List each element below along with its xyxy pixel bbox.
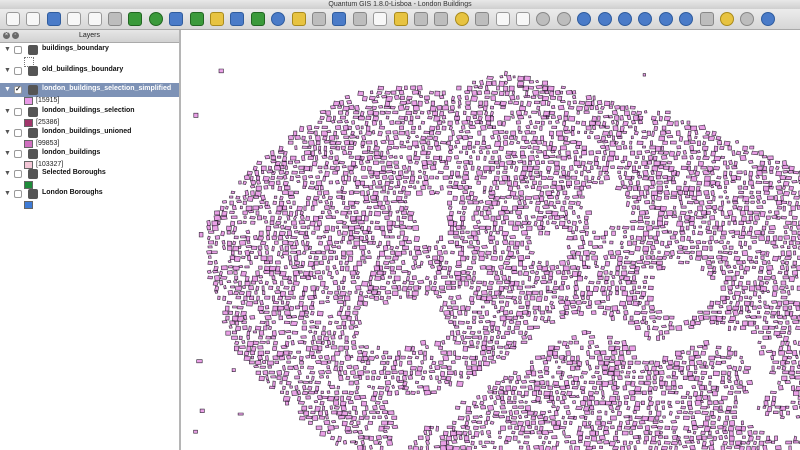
redo-icon[interactable] — [556, 12, 571, 26]
layer-symbol-swatch — [24, 201, 33, 209]
layer-visibility-checkbox[interactable] — [14, 108, 22, 116]
vector-layer-icon — [28, 169, 38, 179]
layer-row-london-buildings-selection-simplified[interactable]: ▼ ✓ london_buildings_selection_simplifie… — [0, 83, 179, 97]
layer-name: buildings_boundary — [42, 45, 109, 52]
expand-arrow-icon[interactable]: ▼ — [4, 129, 11, 136]
feature-count: [25386] — [36, 119, 60, 126]
vector-layer-icon — [28, 66, 38, 76]
add-raster-icon[interactable] — [597, 12, 612, 26]
layer-row-selected-boroughs[interactable]: ▼ Selected Boroughs — [0, 167, 179, 181]
expand-arrow-icon[interactable]: ▼ — [4, 190, 11, 197]
layer-row-london-buildings-selection[interactable]: ▼ london_buildings_selection — [0, 105, 179, 119]
print-composer-icon[interactable] — [87, 12, 102, 26]
feature-count: [99853] — [36, 140, 60, 147]
move-feature-icon[interactable] — [414, 12, 428, 26]
save-edits-icon[interactable] — [373, 12, 388, 26]
layer-row-london-boroughs[interactable]: ▼ London Boroughs — [0, 187, 179, 201]
layer-visibility-checkbox[interactable]: ✓ — [14, 86, 22, 94]
zoom-full-icon[interactable] — [189, 12, 204, 26]
add-spatialite-icon[interactable] — [638, 12, 653, 26]
layer-name: London Boroughs — [42, 189, 103, 196]
float-panel-icon[interactable]: ◦ — [12, 32, 19, 39]
new-project-icon[interactable] — [6, 12, 20, 26]
layer-visibility-checkbox[interactable] — [14, 170, 22, 178]
layer-name: london_buildings_selection — [42, 107, 135, 114]
delete-icon[interactable] — [454, 12, 469, 26]
layer-row-buildings-boundary[interactable]: ▼ buildings_boundary — [0, 43, 179, 57]
window-title-bar: Quantum GIS 1.8.0-Lisboa - London Buildi… — [0, 0, 800, 9]
vector-layer-icon — [28, 149, 38, 159]
expand-arrow-icon[interactable]: ▼ — [4, 67, 11, 74]
expand-arrow-icon[interactable]: ▼ — [4, 150, 11, 157]
zoom-last-icon[interactable] — [250, 12, 265, 26]
expand-arrow-icon[interactable]: ▼ — [4, 108, 11, 115]
open-project-icon[interactable] — [26, 12, 41, 26]
window-title: Quantum GIS 1.8.0-Lisboa - London Buildi… — [328, 1, 472, 8]
vector-layer-icon — [28, 45, 38, 55]
feature-count: [15915] — [36, 97, 60, 104]
expand-arrow-icon[interactable]: ▼ — [4, 170, 11, 177]
bookmark-icon[interactable] — [740, 12, 755, 26]
layer-symbol-swatch — [24, 97, 33, 105]
expand-arrow-icon[interactable]: ▼ — [4, 86, 11, 93]
layer-row-london-buildings-unioned[interactable]: ▼ london_buildings_unioned — [0, 126, 179, 140]
save-as-icon[interactable] — [67, 12, 82, 26]
layer-name: london_buildings_selection_simplified — [42, 85, 172, 92]
identify-icon[interactable] — [291, 12, 306, 26]
add-postgis-icon[interactable] — [618, 12, 632, 26]
close-panel-icon[interactable]: × — [3, 32, 10, 39]
print-icon[interactable] — [108, 12, 122, 26]
layers-panel-title: Layers — [78, 32, 100, 39]
layer-row-london-buildings[interactable]: ▼ london_buildings — [0, 147, 179, 161]
layer-name: Selected Boroughs — [42, 169, 106, 176]
edit-icon[interactable] — [352, 12, 367, 26]
vector-layer-icon — [28, 128, 38, 138]
expand-arrow-icon[interactable]: ▼ — [4, 46, 11, 53]
vector-layer-icon — [28, 107, 38, 117]
add-feature-icon[interactable] — [393, 12, 408, 26]
layer-visibility-checkbox[interactable] — [14, 67, 22, 75]
layer-visibility-checkbox[interactable] — [14, 129, 22, 137]
pan-icon[interactable] — [128, 12, 143, 26]
new-layer-icon[interactable] — [699, 12, 714, 26]
main-toolbar — [0, 9, 800, 30]
add-wfs-icon[interactable] — [679, 12, 694, 26]
help-icon[interactable] — [760, 12, 775, 26]
building-footprints — [193, 68, 800, 450]
zoom-selection-icon[interactable] — [230, 12, 245, 26]
map-rendering[interactable] — [183, 30, 800, 450]
paste-icon[interactable] — [516, 12, 530, 26]
layer-visibility-checkbox[interactable] — [14, 150, 22, 158]
vector-layer-icon — [28, 189, 38, 199]
select-icon[interactable] — [312, 12, 326, 26]
add-wms-icon[interactable] — [658, 12, 673, 26]
save-project-icon[interactable] — [46, 12, 61, 26]
layers-panel: × ◦ Layers ▼ buildings_boundary ▼ old_bu… — [0, 30, 181, 450]
layer-name: london_buildings — [42, 149, 101, 156]
layers-panel-header: × ◦ Layers — [0, 30, 179, 43]
undo-icon[interactable] — [536, 12, 551, 26]
layer-row-old-buildings-boundary[interactable]: ▼ old_buildings_boundary — [0, 64, 179, 78]
zoom-out-icon[interactable] — [169, 12, 184, 26]
zoom-in-icon[interactable] — [148, 12, 163, 26]
vector-layer-icon — [28, 85, 38, 95]
measure-icon[interactable] — [332, 12, 347, 26]
layer-visibility-checkbox[interactable] — [14, 46, 22, 54]
building-polygons — [193, 68, 800, 450]
refresh-icon[interactable] — [271, 12, 286, 26]
zoom-layer-icon[interactable] — [210, 12, 224, 26]
layer-name: old_buildings_boundary — [42, 66, 124, 73]
layer-visibility-checkbox[interactable] — [14, 190, 22, 198]
cut-icon[interactable] — [475, 12, 490, 26]
add-vector-icon[interactable] — [577, 12, 592, 26]
node-tool-icon[interactable] — [434, 12, 449, 26]
layer-name: london_buildings_unioned — [42, 128, 132, 135]
copy-icon[interactable] — [495, 12, 510, 26]
map-tips-icon[interactable] — [720, 12, 734, 26]
map-canvas[interactable] — [183, 30, 800, 450]
